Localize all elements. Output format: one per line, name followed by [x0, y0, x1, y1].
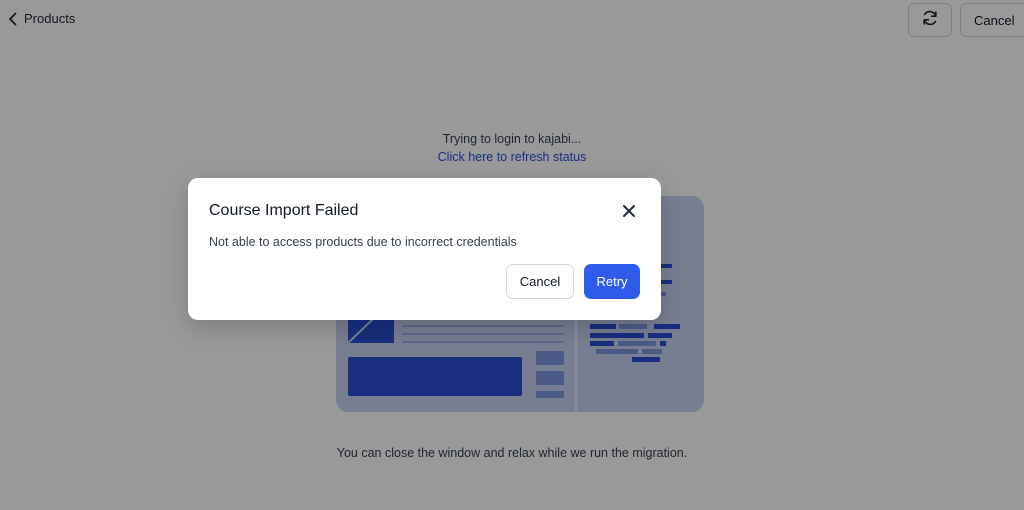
migration-page: Products Cancel Trying to login to kajab… — [0, 0, 1024, 510]
dialog-retry-button[interactable]: Retry — [584, 264, 640, 299]
close-icon[interactable] — [619, 201, 639, 221]
dialog-title: Course Import Failed — [209, 202, 359, 219]
dialog-cancel-button[interactable]: Cancel — [506, 264, 574, 299]
dialog-message: Not able to access products due to incor… — [209, 235, 517, 249]
import-failed-dialog: Course Import Failed Not able to access … — [188, 178, 661, 320]
